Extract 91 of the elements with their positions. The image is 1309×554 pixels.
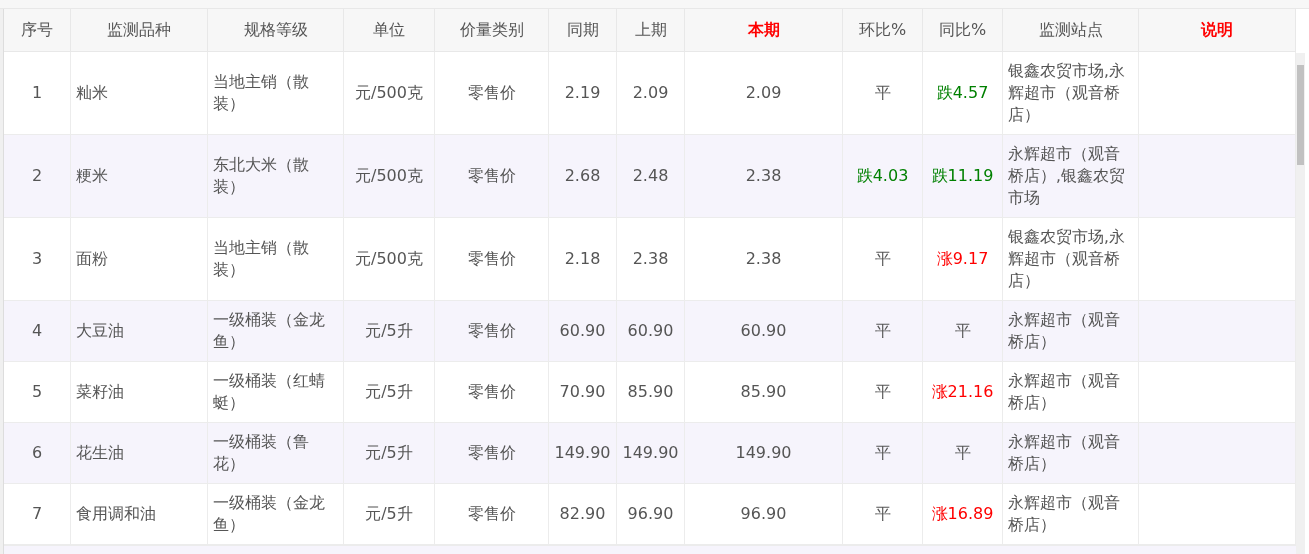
column-header: 本期 xyxy=(685,9,843,52)
change-value: 平 xyxy=(874,82,891,104)
table-cell: 永辉超市（观音桥店） xyxy=(1003,362,1139,423)
change-value: 平 xyxy=(874,442,891,464)
table-cell: 元/5升 xyxy=(344,423,435,484)
table-cell: 银鑫农贸市场,永辉超市（观音桥店） xyxy=(1003,218,1139,301)
column-header: 监测站点 xyxy=(1003,9,1139,52)
table-cell: 6 xyxy=(4,423,71,484)
table-cell: 永辉超市（观音桥店） xyxy=(1003,301,1139,362)
table-cell: 零售价 xyxy=(435,484,549,545)
change-value: 平 xyxy=(954,320,971,342)
table-cell: 85.90 xyxy=(617,362,685,423)
table-cell: 一级桶装（鲁花） xyxy=(208,423,344,484)
table-cell: 5 xyxy=(4,362,71,423)
table-cell: 菜籽油 xyxy=(71,362,208,423)
change-value: 平 xyxy=(874,320,891,342)
column-header: 环比% xyxy=(843,9,923,52)
scrollbar[interactable] xyxy=(1296,53,1305,554)
table-cell: 60.90 xyxy=(549,301,617,362)
change-value: 平 xyxy=(874,381,891,403)
table-cell: 7 xyxy=(4,484,71,545)
column-header: 监测品种 xyxy=(71,9,208,52)
change-value: 跌11.19 xyxy=(931,165,994,187)
table-cell: 元/5升 xyxy=(344,362,435,423)
change-value: 平 xyxy=(954,442,971,464)
change-value: 跌4.03 xyxy=(856,165,909,187)
table-cell: 149.90 xyxy=(617,423,685,484)
table-cell: 大豆油 xyxy=(71,301,208,362)
table-cell: 零售价 xyxy=(435,135,549,218)
change-value: 涨9.17 xyxy=(936,248,989,270)
table-cell: 银鑫农贸市场,永辉超市（观音桥店） xyxy=(1003,52,1139,135)
table-cell: 3 xyxy=(4,218,71,301)
column-header: 单位 xyxy=(344,9,435,52)
table-cell: 永辉超市（观音桥店） xyxy=(1003,423,1139,484)
column-header: 同比% xyxy=(923,9,1003,52)
table-cell: 零售价 xyxy=(435,362,549,423)
table-cell: 2.68 xyxy=(549,135,617,218)
table-cell: 元/500克 xyxy=(344,218,435,301)
change-value: 涨16.89 xyxy=(931,503,994,525)
table-cell: 元/5升 xyxy=(344,301,435,362)
table-cell: 食用调和油 xyxy=(71,484,208,545)
table-cell: 当地主销（散装） xyxy=(208,52,344,135)
table-cell: 元/500克 xyxy=(344,135,435,218)
table-cell: 一级桶装（红蜻蜓） xyxy=(208,362,344,423)
table-cell: 96.90 xyxy=(617,484,685,545)
column-header: 上期 xyxy=(617,9,685,52)
table-cell: 零售价 xyxy=(435,52,549,135)
table-cell: 2 xyxy=(4,135,71,218)
table-cell: 85.90 xyxy=(685,362,843,423)
table-cell: 2.09 xyxy=(685,52,843,135)
table-cell: 60.90 xyxy=(617,301,685,362)
table-cell: 149.90 xyxy=(549,423,617,484)
table-cell: 4 xyxy=(4,301,71,362)
table-cell: 60.90 xyxy=(685,301,843,362)
column-header: 规格等级 xyxy=(208,9,344,52)
table-cell: 70.90 xyxy=(549,362,617,423)
table-cell: 149.90 xyxy=(685,423,843,484)
table-cell: 零售价 xyxy=(435,301,549,362)
change-value: 跌4.57 xyxy=(936,82,989,104)
table-cell: 零售价 xyxy=(435,423,549,484)
change-value: 涨21.16 xyxy=(931,381,994,403)
table-cell: 一级桶装（金龙鱼） xyxy=(208,301,344,362)
table-cell: 元/500克 xyxy=(344,52,435,135)
table-cell: 当地主销（散装） xyxy=(208,218,344,301)
table-cell: 2.38 xyxy=(617,218,685,301)
table-cell: 籼米 xyxy=(71,52,208,135)
table-cell: 永辉超市（观音桥店）,银鑫农贸市场 xyxy=(1003,135,1139,218)
table-cell: 一级桶装（金龙鱼） xyxy=(208,484,344,545)
table-cell: 2.38 xyxy=(685,135,843,218)
table-cell: 96.90 xyxy=(685,484,843,545)
table-cell: 粳米 xyxy=(71,135,208,218)
column-header: 同期 xyxy=(549,9,617,52)
table-cell: 面粉 xyxy=(71,218,208,301)
table-cell: 永辉超市（观音桥店） xyxy=(1003,484,1139,545)
column-header: 说明 xyxy=(1139,9,1296,52)
table-cell: 82.90 xyxy=(549,484,617,545)
table-cell: 2.09 xyxy=(617,52,685,135)
table-cell: 1 xyxy=(4,52,71,135)
table-cell: 2.18 xyxy=(549,218,617,301)
change-value: 平 xyxy=(874,248,891,270)
table-cell: 东北大米（散装） xyxy=(208,135,344,218)
table-cell: 2.38 xyxy=(685,218,843,301)
column-header: 序号 xyxy=(4,9,71,52)
table-cell: 2.48 xyxy=(617,135,685,218)
table-cell: 2.19 xyxy=(549,52,617,135)
change-value: 平 xyxy=(874,503,891,525)
table-cell: 零售价 xyxy=(435,218,549,301)
table-cell: 元/5升 xyxy=(344,484,435,545)
column-header: 价量类别 xyxy=(435,9,549,52)
table-cell: 花生油 xyxy=(71,423,208,484)
scrollbar-thumb[interactable] xyxy=(1297,65,1304,165)
